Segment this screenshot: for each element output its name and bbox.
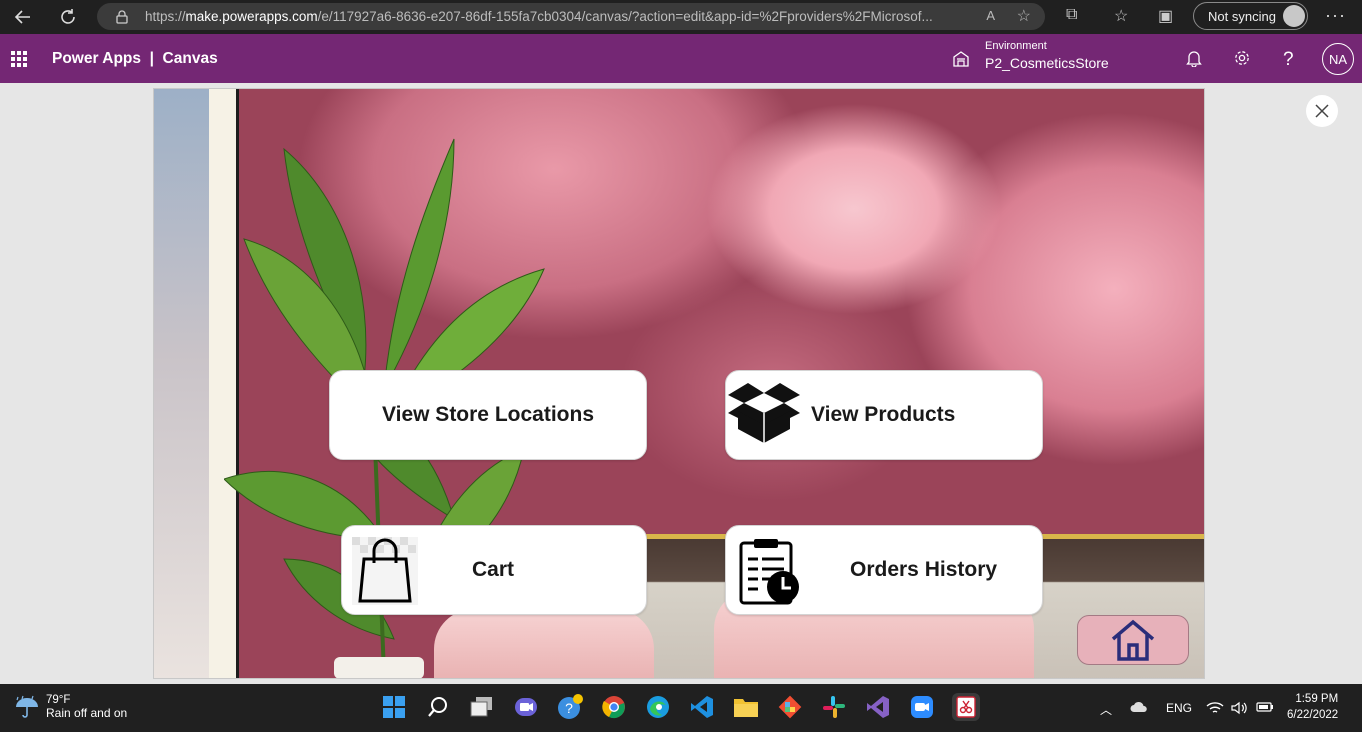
svg-text:?: ? — [565, 700, 573, 716]
visual-studio-icon[interactable] — [864, 693, 892, 721]
user-avatar[interactable]: NA — [1322, 43, 1354, 75]
read-aloud-icon[interactable]: A — [986, 8, 995, 23]
volume-icon[interactable] — [1231, 701, 1249, 718]
zoom-icon[interactable] — [908, 693, 936, 721]
home-button[interactable] — [1077, 615, 1189, 665]
weather-temp: 79°F — [46, 694, 71, 706]
file-explorer-icon[interactable] — [732, 693, 760, 721]
windows-taskbar: 79°F Rain off and on ? ︿ ENG 1:59 PM 6/2… — [0, 684, 1362, 732]
refresh-icon — [61, 9, 75, 24]
back-arrow-icon — [14, 10, 30, 24]
profile-sync-button[interactable]: Not syncing — [1193, 2, 1308, 30]
sync-label: Not syncing — [1208, 8, 1276, 24]
background-wall — [154, 89, 209, 678]
snipping-tool-icon[interactable] — [952, 693, 980, 721]
button-label: View Products — [811, 403, 956, 426]
orders-history-button[interactable]: Orders History — [725, 525, 1043, 615]
notifications-icon[interactable] — [1186, 49, 1202, 72]
clipboard-clock-icon — [739, 539, 799, 605]
cart-button[interactable]: Cart — [341, 525, 647, 615]
app-screen: View Store Locations View Products Cart — [153, 88, 1205, 679]
browser-toolbar: https://make.powerapps.com/e/117927a6-86… — [0, 0, 1362, 34]
canvas-stage: View Store Locations View Products Cart — [0, 83, 1362, 684]
onedrive-icon[interactable] — [1130, 701, 1148, 716]
extensions-icon[interactable]: ⧉ — [1066, 6, 1077, 24]
clock-date: 6/22/2022 — [1287, 709, 1339, 721]
vscode-icon[interactable] — [688, 693, 716, 721]
refresh-button[interactable] — [51, 2, 85, 32]
lock-icon — [116, 9, 128, 24]
chrome-icon[interactable] — [600, 693, 628, 721]
powerapps-header: Power Apps | Canvas Environment P2_Cosme… — [0, 34, 1362, 83]
close-preview-button[interactable] — [1306, 95, 1338, 127]
more-menu-icon[interactable]: ··· — [1325, 5, 1346, 26]
clock-time: 1:59 PM — [1295, 693, 1339, 705]
button-label: Cart — [472, 558, 515, 581]
button-label: View Store Locations — [382, 403, 594, 426]
edge-icon[interactable] — [644, 693, 672, 721]
umbrella-rain-icon — [16, 695, 38, 718]
search-icon[interactable] — [424, 693, 452, 721]
system-clock[interactable]: 1:59 PM 6/22/2022 — [1287, 691, 1338, 723]
weather-widget[interactable]: 79°F Rain off and on — [14, 694, 127, 720]
battery-icon[interactable] — [1256, 701, 1274, 716]
collections-icon[interactable]: ▣ — [1158, 6, 1173, 26]
help-icon[interactable]: ? — [1283, 49, 1294, 71]
profile-avatar — [1283, 5, 1305, 27]
button-label: Orders History — [850, 558, 998, 581]
app-title: Power Apps | Canvas — [52, 50, 218, 67]
environment-icon — [953, 51, 969, 67]
address-bar[interactable]: https://make.powerapps.com/e/117927a6-86… — [97, 3, 1045, 30]
home-icon — [1111, 619, 1155, 661]
favorites-icon[interactable]: ☆ — [1114, 6, 1128, 26]
url-text: https://make.powerapps.com/e/117927a6-86… — [145, 9, 933, 24]
app-launcher-icon[interactable] — [11, 51, 27, 67]
environment-label: Environment — [985, 40, 1047, 52]
view-products-button[interactable]: View Products — [725, 370, 1043, 460]
weather-desc: Rain off and on — [46, 706, 128, 720]
shopping-bag-icon — [352, 537, 418, 605]
tips-icon[interactable]: ? — [556, 693, 584, 721]
environment-name[interactable]: P2_CosmeticsStore — [985, 55, 1109, 71]
input-language[interactable]: ENG — [1166, 701, 1192, 715]
task-view-icon[interactable] — [468, 693, 496, 721]
show-hidden-icons-icon[interactable]: ︿ — [1100, 701, 1112, 718]
back-button[interactable] — [6, 2, 40, 32]
close-icon — [1315, 104, 1329, 118]
start-icon[interactable] — [380, 693, 408, 721]
chat-icon[interactable] — [512, 693, 540, 721]
favorite-add-icon[interactable]: ☆ — [1017, 6, 1031, 26]
git-icon[interactable] — [776, 693, 804, 721]
view-store-locations-button[interactable]: View Store Locations — [329, 370, 647, 460]
background-chair — [434, 609, 654, 678]
open-box-icon — [728, 383, 800, 443]
settings-gear-icon[interactable] — [1233, 49, 1251, 72]
slack-icon[interactable] — [820, 693, 848, 721]
wifi-icon[interactable] — [1206, 701, 1224, 718]
